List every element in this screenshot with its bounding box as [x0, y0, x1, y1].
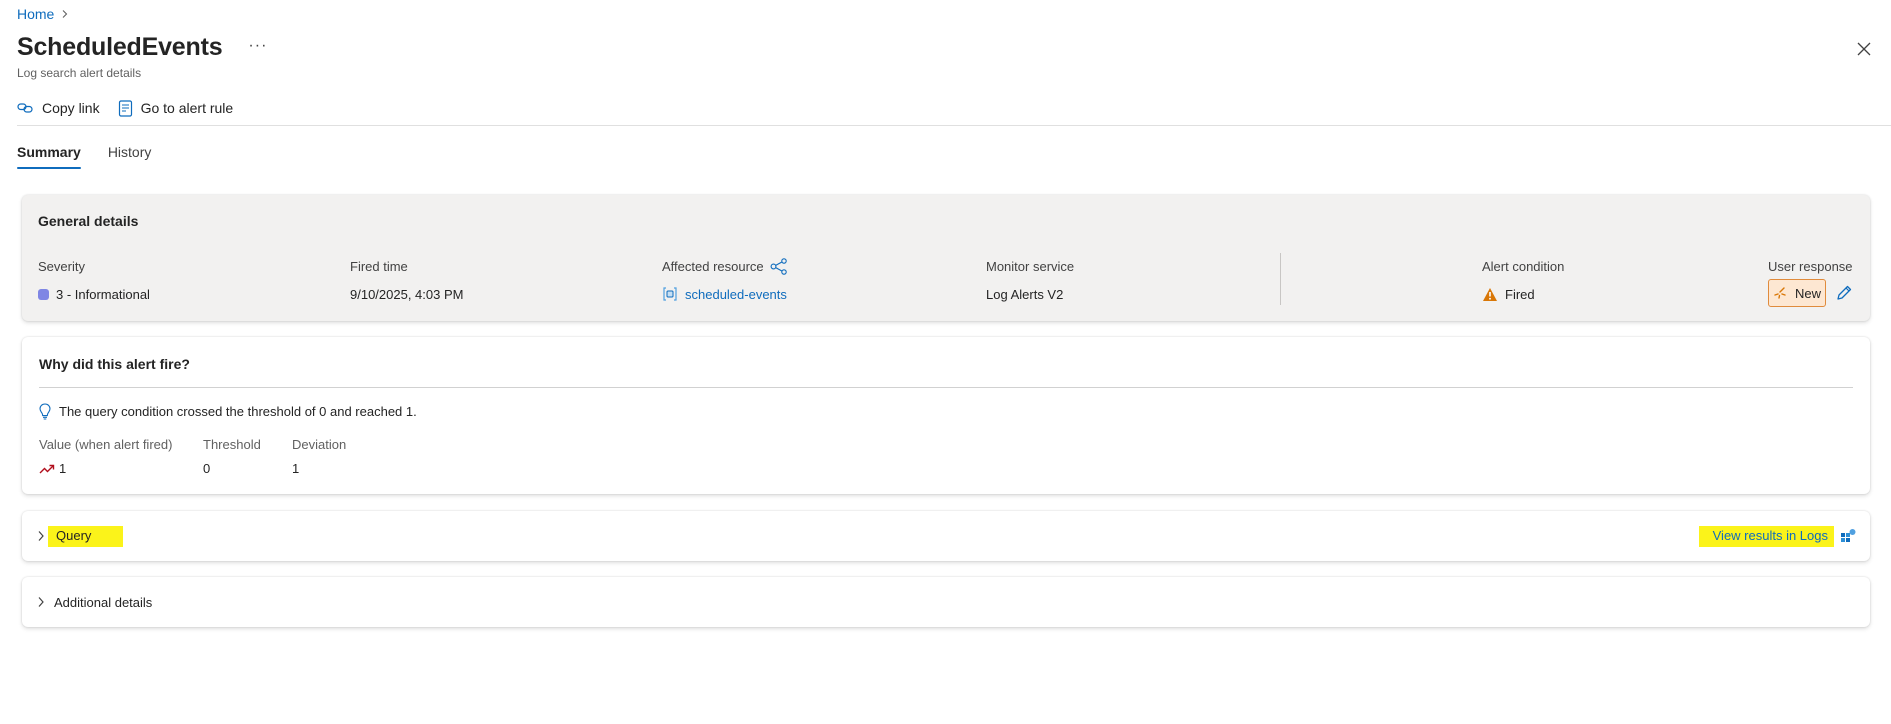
tab-summary[interactable]: Summary: [17, 144, 81, 169]
chevron-right-icon: [38, 531, 44, 541]
threshold-value: 0: [203, 461, 211, 476]
view-results-in-logs-link[interactable]: View results in Logs: [1698, 511, 1856, 561]
deviation-metric: Deviation 1: [292, 437, 346, 476]
severity-value: 3 - Informational: [56, 286, 150, 302]
severity-label: Severity: [38, 259, 85, 274]
view-results-label: View results in Logs: [1698, 525, 1834, 547]
vertical-divider: [1280, 253, 1281, 305]
affected-resource-field: Affected resource scheduled-events: [662, 258, 788, 303]
link-icon: [17, 103, 33, 113]
threshold-metric: Threshold 0: [203, 437, 261, 476]
why-alert-fired-card: Why did this alert fire? The query condi…: [22, 337, 1870, 494]
additional-details-label: Additional details: [54, 594, 153, 610]
breadcrumb: Home: [17, 6, 70, 22]
page-title: ScheduledEvents: [17, 33, 223, 61]
threshold-label: Threshold: [203, 437, 261, 452]
toolbar-divider: [17, 125, 1891, 126]
user-response-value: New: [1794, 285, 1821, 301]
edit-user-response-button[interactable]: [1835, 284, 1855, 304]
value-label: Value (when alert fired): [39, 437, 173, 452]
fired-time-value: 9/10/2025, 4:03 PM: [350, 286, 464, 302]
value-metric: Value (when alert fired) 1: [39, 437, 172, 476]
alert-rule-icon: [118, 99, 132, 117]
alert-condition-label: Alert condition: [1482, 259, 1565, 274]
copy-link-button[interactable]: Copy link: [17, 94, 100, 122]
warning-icon: [1483, 287, 1497, 301]
tab-history[interactable]: History: [108, 144, 152, 169]
alert-condition-field: Alert condition Fired: [1482, 258, 1564, 303]
alert-condition-value: Fired: [1505, 286, 1535, 302]
chevron-right-icon: [38, 597, 44, 607]
why-alert-fired-title: Why did this alert fire?: [39, 356, 190, 372]
additional-details-section: Additional details: [22, 577, 1870, 627]
close-button[interactable]: [1853, 38, 1875, 60]
query-expander[interactable]: Query: [36, 511, 124, 561]
query-label: Query: [48, 525, 124, 547]
go-to-alert-rule-label: Go to alert rule: [140, 100, 234, 116]
monitor-service-field: Monitor service Log Alerts V2: [986, 258, 1074, 303]
monitor-service-value: Log Alerts V2: [986, 286, 1064, 302]
trend-up-icon: [39, 464, 55, 473]
user-response-field: User response: [1768, 258, 1853, 275]
section-divider: [39, 387, 1853, 388]
user-response-badge[interactable]: New: [1768, 279, 1826, 307]
severity-field: Severity 3 - Informational: [38, 258, 150, 303]
query-section: Query View results in Logs: [22, 511, 1870, 561]
severity-icon: [38, 288, 49, 300]
fired-time-label: Fired time: [350, 259, 408, 274]
new-sparkle-icon: [1774, 287, 1786, 299]
additional-details-expander[interactable]: Additional details: [36, 577, 152, 627]
deviation-value: 1: [292, 461, 300, 476]
user-response-label: User response: [1768, 259, 1853, 274]
resource-icon: [663, 287, 677, 301]
condition-summary: The query condition crossed the threshol…: [39, 403, 417, 420]
value-value: 1: [59, 461, 67, 476]
chevron-right-icon: [60, 9, 70, 19]
deviation-label: Deviation: [292, 437, 347, 452]
toolbar: Copy link Go to alert rule: [17, 94, 233, 122]
fired-time-field: Fired time 9/10/2025, 4:03 PM: [350, 258, 463, 303]
go-to-alert-rule-button[interactable]: Go to alert rule: [118, 94, 234, 122]
affected-resource-label: Affected resource: [662, 259, 764, 274]
condition-text: The query condition crossed the threshol…: [59, 404, 417, 419]
general-details-card: General details Severity 3 - Information…: [22, 195, 1870, 321]
page-subtitle: Log search alert details: [17, 66, 142, 80]
lightbulb-icon: [39, 403, 51, 420]
more-options-button[interactable]: ···: [248, 37, 267, 55]
affected-resource-link[interactable]: scheduled-events: [685, 287, 787, 302]
share-network-icon[interactable]: [770, 258, 788, 275]
breadcrumb-home-link[interactable]: Home: [17, 6, 54, 22]
edit-pencil-icon: [1837, 285, 1852, 300]
title-row: ScheduledEvents ···: [17, 33, 267, 62]
monitor-service-label: Monitor service: [986, 259, 1075, 274]
general-details-title: General details: [38, 213, 139, 229]
close-icon: [1857, 42, 1871, 56]
logs-icon: [1841, 529, 1856, 542]
copy-link-label: Copy link: [42, 100, 100, 116]
tab-bar: Summary History: [17, 144, 151, 169]
